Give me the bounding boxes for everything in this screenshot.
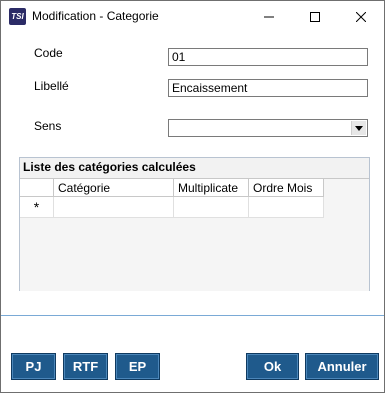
group-title: Liste des catégories calculées (23, 160, 196, 174)
column-header-categorie[interactable]: Catégorie (54, 179, 174, 197)
close-icon (356, 11, 366, 22)
dialog-window: TSI Modification - Categorie Code 01 Lib… (0, 0, 385, 393)
maximize-button[interactable] (292, 1, 338, 32)
dropdown-arrow-icon[interactable] (351, 121, 366, 135)
table-row[interactable]: * (20, 197, 324, 218)
libelle-field[interactable]: Encaissement (168, 79, 368, 97)
new-row-marker: * (20, 197, 54, 218)
minimize-button[interactable] (246, 1, 292, 32)
sens-select[interactable] (168, 119, 368, 137)
code-label: Code (34, 46, 63, 60)
minimize-icon (264, 16, 274, 17)
calculated-categories-group: Liste des catégories calculées Catégorie… (19, 157, 370, 291)
cell-categorie[interactable] (54, 197, 174, 218)
cell-multiplicate[interactable] (174, 197, 249, 218)
close-button[interactable] (338, 1, 384, 32)
categories-grid[interactable]: Catégorie Multiplicate Ordre Mois * (20, 178, 369, 291)
row-header-column (20, 179, 54, 197)
ep-button[interactable]: EP (115, 353, 160, 380)
title-bar: TSI Modification - Categorie (1, 1, 384, 32)
sens-label: Sens (34, 119, 62, 133)
cell-ordre-mois[interactable] (249, 197, 324, 218)
column-header-multiplicate[interactable]: Multiplicate (174, 179, 249, 197)
annuler-button[interactable]: Annuler (305, 353, 379, 380)
grid-header: Catégorie Multiplicate Ordre Mois (20, 179, 324, 197)
column-header-ordre-mois[interactable]: Ordre Mois (249, 179, 324, 197)
maximize-icon (310, 11, 320, 22)
separator-line (1, 315, 384, 316)
libelle-label: Libellé (34, 79, 69, 93)
code-field[interactable]: 01 (168, 48, 368, 66)
rtf-button[interactable]: RTF (63, 353, 108, 380)
ok-button[interactable]: Ok (246, 353, 299, 380)
pj-button[interactable]: PJ (11, 353, 56, 380)
window-title: Modification - Categorie (32, 9, 159, 23)
app-icon: TSI (9, 8, 26, 25)
